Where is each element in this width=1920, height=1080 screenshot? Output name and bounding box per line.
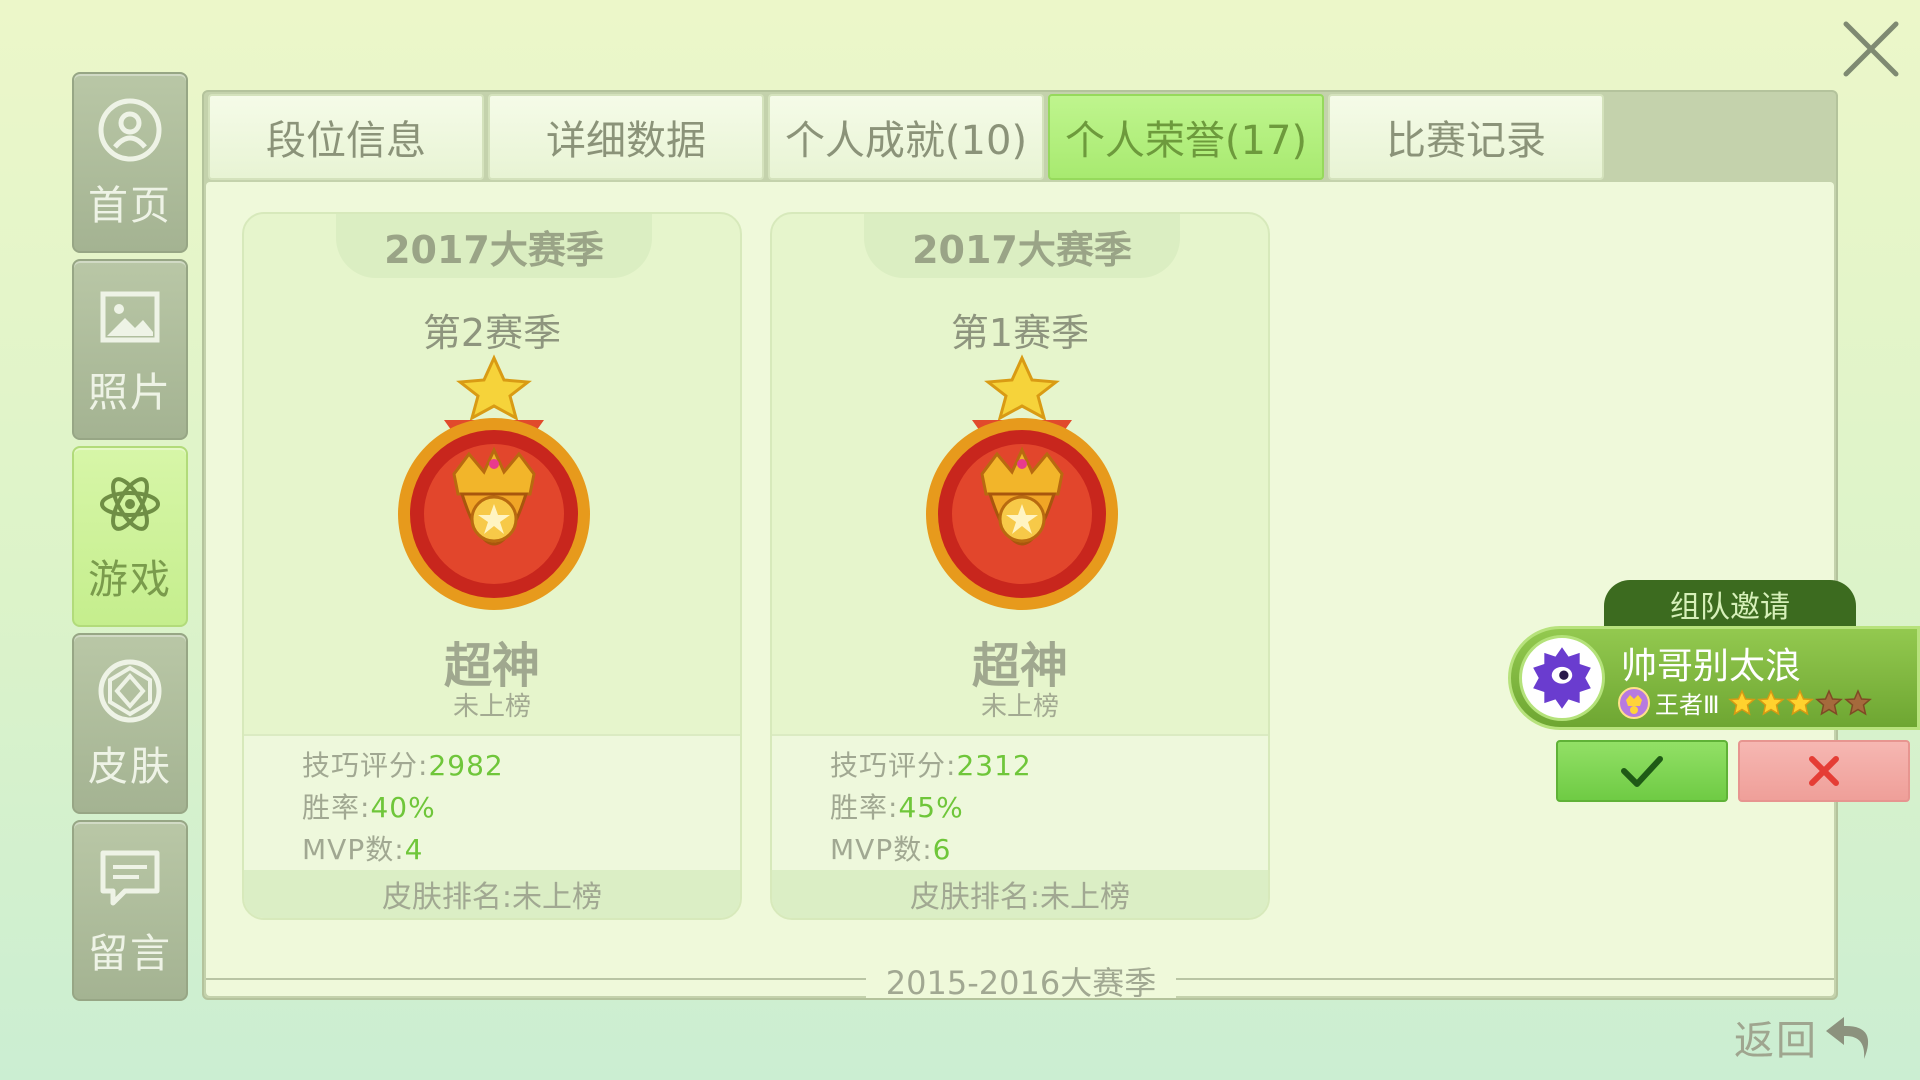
- close-icon: [1809, 756, 1839, 786]
- season-year-tag: 2017大赛季: [864, 214, 1180, 278]
- close-button[interactable]: [1840, 18, 1902, 80]
- tab-honors[interactable]: 个人荣誉(17): [1048, 94, 1324, 180]
- sidebar-item-games[interactable]: 游戏: [72, 446, 188, 627]
- sidebar-item-label: 留言: [88, 930, 172, 977]
- sidebar-item-home[interactable]: 首页: [72, 72, 188, 253]
- rank-status: 未上榜: [980, 692, 1059, 722]
- star-filled-icon: [1756, 688, 1785, 716]
- invite-rank-text: 王者Ⅲ: [1655, 691, 1720, 719]
- season-separator-label: 2015-2016大赛季: [866, 958, 1176, 1002]
- sidebar-item-label: 皮肤: [88, 743, 172, 790]
- invite-player-name: 帅哥别太浪: [1621, 646, 1802, 687]
- team-invite-popup: 组队邀请 帅哥别太浪 王者Ⅲ: [1508, 580, 1920, 802]
- rank-medal-icon: 40: [398, 354, 590, 610]
- reject-invite-button[interactable]: [1738, 740, 1910, 802]
- season-title: 第2赛季: [422, 311, 562, 355]
- avatar: [1519, 635, 1605, 721]
- sidebar-item-skins[interactable]: 皮肤: [72, 633, 188, 814]
- skin-rank: 皮肤排名:未上榜: [244, 870, 740, 918]
- win-rate: 胜率:45%: [830, 791, 964, 824]
- back-label: 返回: [1734, 1018, 1818, 1064]
- season-year-tag: 2017大赛季: [336, 214, 652, 278]
- sidebar-item-label: 首页: [88, 182, 172, 229]
- sidebar-item-label: 照片: [88, 369, 172, 416]
- invite-title: 组队邀请: [1604, 580, 1856, 628]
- main-panel: 段位信息 详细数据 个人成就(10) 个人荣誉(17) 比赛记录 2017大赛季…: [202, 90, 1838, 1002]
- sidebar-item-messages[interactable]: 留言: [72, 820, 188, 1001]
- season-title: 第1赛季: [950, 311, 1090, 355]
- king-rank-icon: [1618, 686, 1650, 719]
- star-filled-icon: [1785, 688, 1814, 716]
- win-rate: 胜率:40%: [302, 791, 436, 824]
- return-arrow-icon: [1826, 1017, 1869, 1059]
- check-icon: [1621, 756, 1663, 787]
- tab-rank-info[interactable]: 段位信息: [208, 94, 484, 180]
- rank-status: 未上榜: [452, 692, 531, 722]
- star-empty-icon: [1814, 688, 1843, 716]
- mvp-count: MVP数:4: [302, 833, 424, 866]
- sidebar-item-label: 游戏: [88, 556, 172, 603]
- tab-detailed-data[interactable]: 详细数据: [488, 94, 764, 180]
- skill-score: 技巧评分:2312: [830, 749, 1032, 782]
- skin-rank: 皮肤排名:未上榜: [772, 870, 1268, 918]
- mvp-count: MVP数:6: [830, 833, 952, 866]
- close-icon: [1843, 21, 1899, 77]
- atom-icon: [100, 476, 160, 531]
- invite-rank-line: 王者Ⅲ: [1617, 685, 1873, 720]
- accept-invite-button[interactable]: [1556, 740, 1728, 802]
- user-icon: [98, 98, 162, 161]
- tab-bar: 段位信息 详细数据 个人成就(10) 个人荣誉(17) 比赛记录: [208, 94, 1604, 180]
- message-icon: [100, 850, 160, 905]
- invite-card: 帅哥别太浪 王者Ⅲ: [1508, 626, 1920, 730]
- star-filled-icon: [1727, 688, 1756, 716]
- tab-match-history[interactable]: 比赛记录: [1328, 94, 1604, 180]
- season-card[interactable]: 2017大赛季 第2赛季 40 超神 未上榜 技巧评分:2982 胜率:40%: [242, 212, 742, 920]
- season-card[interactable]: 2017大赛季 第1赛季 1 超神 未上榜 技巧评分:2312 胜率:45%: [770, 212, 1270, 920]
- stats-block: 技巧评分:2312 胜率:45% MVP数:6: [772, 734, 1268, 870]
- stats-block: 技巧评分:2982 胜率:40% MVP数:4: [244, 734, 740, 870]
- photo-icon: [100, 291, 160, 342]
- skill-score: 技巧评分:2982: [302, 749, 504, 782]
- tab-achievements[interactable]: 个人成就(10): [768, 94, 1044, 180]
- star-empty-icon: [1843, 688, 1872, 716]
- rank-medal-icon: 1: [926, 354, 1118, 610]
- back-button[interactable]: 返回: [1734, 1008, 1878, 1066]
- sidebar-item-photos[interactable]: 照片: [72, 259, 188, 440]
- skin-icon: [98, 659, 162, 722]
- sidebar: 首页 照片 游戏 皮肤 留言: [72, 72, 188, 1007]
